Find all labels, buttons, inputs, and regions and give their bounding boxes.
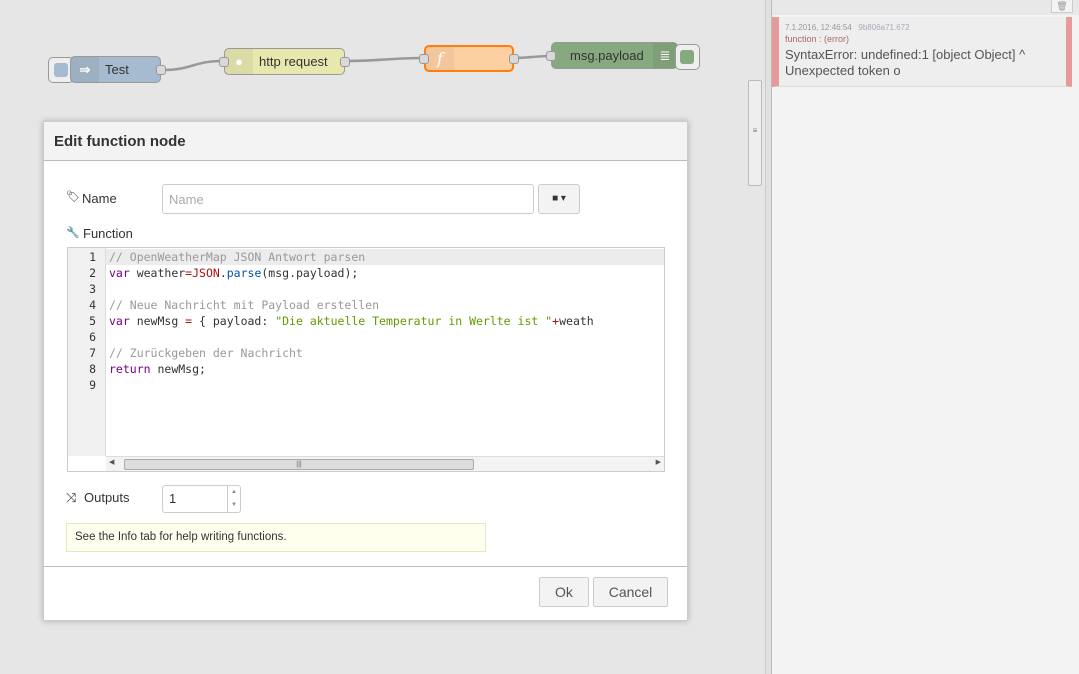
code-token: weather [129,266,186,280]
line-number: 1 [89,250,96,264]
outputs-label: Outputs [84,490,130,505]
code-token: . [219,266,227,280]
line-number: 8 [89,362,96,376]
code-token: // Zurückgeben der Nachricht [109,346,303,360]
scroll-right-icon[interactable]: ▶ [656,458,661,466]
library-menu-button[interactable]: ■ ▾ [538,184,580,214]
cancel-button[interactable]: Cancel [593,577,668,607]
code-token: return [109,362,151,376]
code-token: (msg.payload); [261,266,359,280]
code-token: var [109,314,130,328]
edit-function-dialog: Edit function node 🏷 Name ■ ▾ 🔧 Function… [43,121,688,621]
code-line: var weather=JSON.parse(msg.payload); [109,265,358,281]
list-icon: ≣ [653,43,677,68]
outputs-spinner[interactable]: 1 ▲ ▼ [162,485,241,513]
code-token: // Neue Nachricht mit Payload erstellen [109,298,380,312]
scroll-left-icon[interactable]: ◀ [109,458,114,466]
code-token: newMsg [129,314,186,328]
name-input[interactable] [162,184,534,214]
line-number: 2 [89,266,96,280]
node-debug-msg-payload[interactable]: msg.payload ≣ [546,42,678,69]
code-token: JSON [192,266,220,280]
editor-horizontal-scrollbar[interactable]: ◀ ||| ▶ [106,456,664,471]
debug-topic: function : (error) [785,34,850,44]
line-number-gutter: 1 2 3 4 5 6 7 8 9 [68,248,106,456]
code-token: "Die aktuelle Temperatur in Werlte ist " [275,314,553,328]
debug-node-id[interactable]: 9b806a71.672 [858,23,909,32]
book-icon: ■ ▾ [552,193,566,204]
code-line: return newMsg; [109,361,206,377]
arrow-icon: ⇒ [71,57,99,82]
code-line: // Zurückgeben der Nachricht [109,345,303,361]
scrollbar-thumb[interactable]: ≡ [748,80,762,186]
scrollbar-thumb[interactable]: ||| [124,459,474,470]
node-function[interactable]: f [419,45,519,72]
code-line: // Neue Nachricht mit Payload erstellen [109,297,379,313]
debug-sidebar: 🗑 7.1.2016, 12:46:54 9b806a71.672 functi… [771,0,1079,674]
debug-message: 7.1.2016, 12:46:54 9b806a71.672 function… [772,17,1072,87]
debug-payload: SyntaxError: undefined:1 [object Object]… [785,47,1026,78]
globe-icon: ● [225,49,253,74]
function-label: Function [83,226,133,241]
code-token: var [109,266,130,280]
code-token: { payload: [192,314,276,328]
line-number: 3 [89,282,96,296]
node-inject-test[interactable]: ⇒ Test [70,56,166,83]
function-icon: f [426,47,454,70]
trash-icon[interactable]: 🗑 [1051,0,1073,13]
code-token: parse [226,266,262,280]
code-token: // OpenWeatherMap JSON Antwort parsen [109,250,366,264]
debug-toggle-button[interactable] [675,44,700,70]
tag-icon: 🏷 [66,191,80,203]
code-token: weath [559,314,594,328]
line-number: 5 [89,314,96,328]
line-number: 9 [89,378,96,392]
line-number: 7 [89,346,96,360]
dialog-title: Edit function node [44,122,687,161]
line-number: 4 [89,298,96,312]
help-tip: See the Info tab for help writing functi… [66,523,486,552]
wrench-icon: 🔧 [66,227,80,239]
code-token: newMsg; [150,362,206,376]
code-line: var newMsg = { payload: "Die aktuelle Te… [109,313,594,329]
dialog-footer [44,566,687,567]
node-http-request[interactable]: ● http request [219,48,350,75]
shuffle-icon: ⤨ [66,490,77,505]
code-editor[interactable]: 1 2 3 4 5 6 7 8 9 // OpenWeatherMap JSON Antwort… [67,247,665,472]
code-line: // OpenWeatherMap JSON Antwort parsen [109,249,365,265]
debug-timestamp: 7.1.2016, 12:46:54 [785,23,852,32]
name-label: Name [82,191,117,206]
ok-button[interactable]: Ok [539,577,589,607]
line-number: 6 [89,330,96,344]
spinner-arrows[interactable]: ▲ ▼ [227,486,240,512]
debug-toolbar: 🗑 [772,0,1079,15]
